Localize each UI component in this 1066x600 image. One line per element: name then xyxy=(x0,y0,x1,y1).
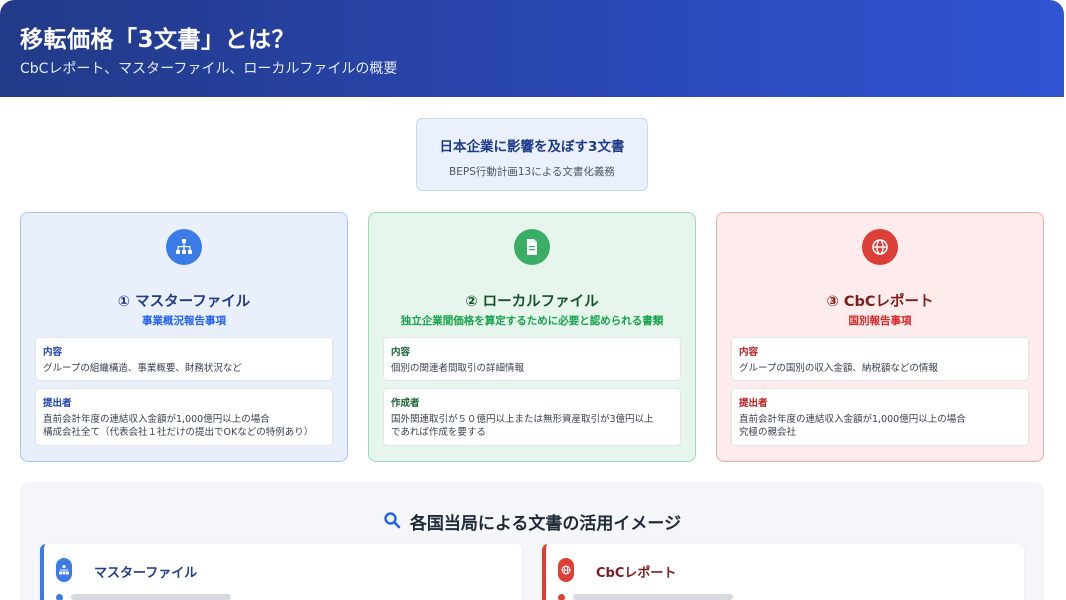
usage-section: 各国当局による文書の活用イメージ マスターファイル CbCレポート xyxy=(20,482,1044,600)
usage-card-title: CbCレポート xyxy=(596,566,677,581)
page-subtitle: CbCレポート、マスターファイル、ローカルファイルの概要 xyxy=(20,61,398,77)
bullet-dot xyxy=(56,593,63,600)
master-file-subtitle: 事業概況報告事項 xyxy=(142,315,226,327)
usage-card-title: マスターファイル xyxy=(94,566,198,581)
usage-card-master-file: マスターファイル xyxy=(40,544,522,600)
document-icon xyxy=(514,229,550,265)
content-label: 内容 xyxy=(43,347,63,358)
summary-title: 日本企業に影響を及ぼす3文書 xyxy=(439,139,625,155)
cbc-report-content-box: 内容 グループの国別の収入金額、納税額などの情報 xyxy=(731,337,1029,381)
cbc-report-title: ③ CbCレポート xyxy=(826,294,934,310)
globe-icon xyxy=(862,229,898,265)
master-file-card: ① マスターファイル 事業概況報告事項 内容 グループの組織構造、事業概要、財務… xyxy=(20,212,348,462)
org-chart-icon xyxy=(166,229,202,265)
local-file-creator-box: 作成者 国外関連取引が５０億円以上または無形資産取引が3億円以上 であれば作成を… xyxy=(383,388,681,446)
submitter-line-1: 直前会計年度の連結収入金額が1,000億円以上の場合 xyxy=(739,414,966,425)
content-text: グループの国別の収入金額、納税額などの情報 xyxy=(739,363,938,374)
master-file-submitter-box: 提出者 直前会計年度の連結収入金額が1,000億円以上の場合 構成会社全て（代表… xyxy=(35,388,333,446)
page-header: 移転価格「3文書」とは？ CbCレポート、マスターファイル、ローカルファイルの概… xyxy=(0,0,1064,97)
creator-line-1: 国外関連取引が５０億円以上または無形資産取引が3億円以上 xyxy=(391,414,654,425)
page-title: 移転価格「3文書」とは？ xyxy=(20,27,296,53)
local-file-title: ② ローカルファイル xyxy=(465,294,599,310)
summary-subtitle: BEPS行動計画13による文書化義務 xyxy=(449,166,615,178)
usage-card-line xyxy=(56,592,316,600)
usage-card-line xyxy=(558,592,818,600)
content-label: 内容 xyxy=(739,347,759,358)
creator-label: 作成者 xyxy=(391,398,420,409)
cut-off-text xyxy=(573,594,733,600)
cbc-report-card: ③ CbCレポート 国別報告事項 内容 グループの国別の収入金額、納税額などの情… xyxy=(716,212,1044,462)
cut-off-text xyxy=(71,594,231,600)
creator-line-2: であれば作成を要する xyxy=(391,427,486,438)
globe-icon xyxy=(558,558,574,582)
content-text: グループの組織構造、事業概要、財務状況など xyxy=(43,363,242,374)
submitter-line-1: 直前会計年度の連結収入金額が1,000億円以上の場合 xyxy=(43,414,270,425)
content-label: 内容 xyxy=(391,347,411,358)
master-file-title: ① マスターファイル xyxy=(117,294,251,310)
submitter-line-2: 構成会社全て（代表会社１社だけの提出でOKなどの特例あり） xyxy=(43,427,314,438)
usage-card-cbc-report: CbCレポート xyxy=(542,544,1024,600)
summary-box: 日本企業に影響を及ぼす3文書 BEPS行動計画13による文書化義務 xyxy=(416,118,648,191)
local-file-content-box: 内容 個別の関連者間取引の詳細情報 xyxy=(383,337,681,381)
cbc-report-submitter-box: 提出者 直前会計年度の連結収入金額が1,000億円以上の場合 究極の親会社 xyxy=(731,388,1029,446)
submitter-line-2: 究極の親会社 xyxy=(739,427,797,438)
master-file-content-box: 内容 グループの組織構造、事業概要、財務状況など xyxy=(35,337,333,381)
local-file-card: ② ローカルファイル 独立企業間価格を算定するために必要と認められる書類 内容 … xyxy=(368,212,696,462)
local-file-subtitle: 独立企業間価格を算定するために必要と認められる書類 xyxy=(400,315,664,327)
content-text: 個別の関連者間取引の詳細情報 xyxy=(391,363,525,374)
usage-title: 各国当局による文書の活用イメージ xyxy=(409,514,682,534)
page-frame: 移転価格「3文書」とは？ CbCレポート、マスターファイル、ローカルファイルの概… xyxy=(0,0,1064,600)
org-chart-icon xyxy=(56,558,72,582)
cbc-report-subtitle: 国別報告事項 xyxy=(848,315,912,327)
bullet-dot xyxy=(558,593,565,600)
usage-header: 各国当局による文書の活用イメージ xyxy=(20,509,1044,534)
submitter-label: 提出者 xyxy=(739,398,768,409)
search-icon xyxy=(383,511,401,533)
submitter-label: 提出者 xyxy=(43,398,72,409)
